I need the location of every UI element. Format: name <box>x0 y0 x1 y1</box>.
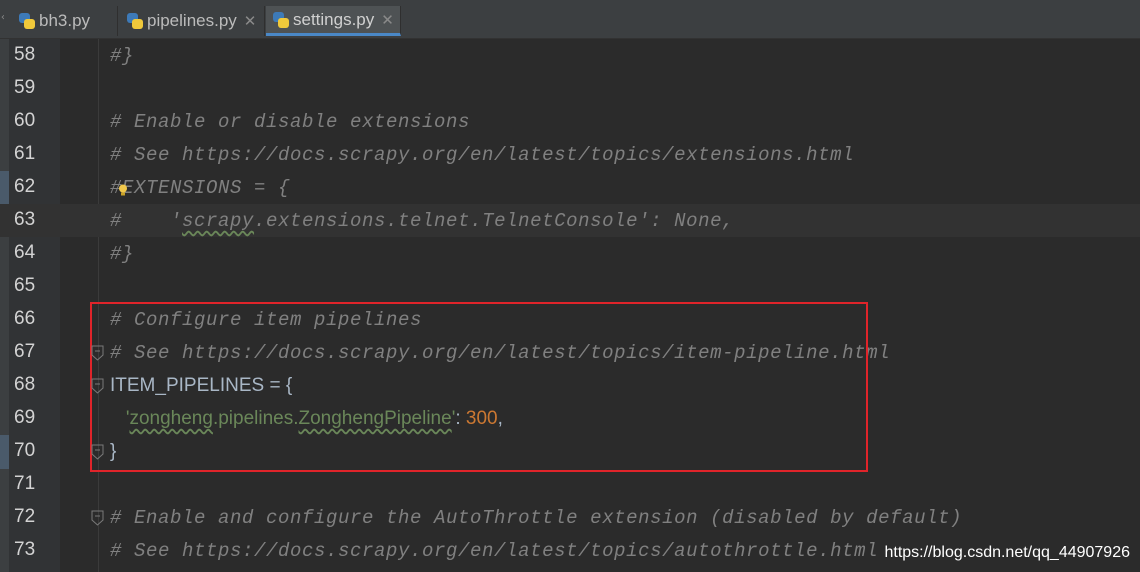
fold-marker-icon[interactable] <box>91 378 104 394</box>
line-number: 71 <box>14 473 36 494</box>
code-line[interactable]: 63 # 'scrapy.extensions.telnet.TelnetCons… <box>0 204 1140 237</box>
code-token: # See https://docs.scrapy.org/en/latest/… <box>110 144 855 166</box>
line-number: 70 <box>14 440 36 461</box>
line-code: # Enable or disable extensions <box>110 108 470 135</box>
watermark-url: https://blog.csdn.net/qq_44907926 <box>884 544 1130 561</box>
tab-label: pipelines.py <box>147 11 237 30</box>
editor-tab-bar: ‹ bh3.py pipelines.py ✕ settings.py ✕ <box>0 0 1140 39</box>
python-file-icon <box>272 11 290 29</box>
code-line[interactable]: 58 #} <box>0 39 1140 72</box>
python-file-icon <box>18 12 36 30</box>
line-number: 59 <box>14 77 36 98</box>
code-token: # Enable and configure the AutoThrottle … <box>110 507 963 529</box>
tab-label: bh3.py <box>39 11 91 30</box>
fold-marker-icon[interactable] <box>91 345 104 361</box>
fold-marker-icon[interactable] <box>91 510 104 526</box>
annotation-highlight-box <box>90 302 868 472</box>
code-line[interactable]: 65 <box>0 270 1140 303</box>
close-tab-icon[interactable]: ✕ <box>244 12 257 30</box>
code-line[interactable]: 61 # See https://docs.scrapy.org/en/lates… <box>0 138 1140 171</box>
fold-marker-icon[interactable] <box>91 444 104 460</box>
line-number: 58 <box>14 44 36 65</box>
tab-label: settings.py <box>293 9 375 29</box>
line-code: # 'scrapy.extensions.telnet.TelnetConsol… <box>110 207 734 234</box>
code-token: #} <box>110 243 135 265</box>
code-token: scrapy <box>182 210 255 232</box>
lightbulb-icon[interactable] <box>118 184 128 196</box>
tab-pipelines[interactable]: pipelines.py ✕ <box>120 6 265 36</box>
line-code: #} <box>110 42 134 69</box>
line-code: # See https://docs.scrapy.org/en/latest/… <box>110 141 854 168</box>
line-code: # Enable and configure the AutoThrottle … <box>110 504 962 531</box>
code-line[interactable]: 72 # Enable and configure the AutoThrottl… <box>0 501 1140 534</box>
python-file-icon <box>126 12 144 30</box>
code-token: # Enable or disable extensions <box>110 111 471 133</box>
line-number: 62 <box>14 176 36 197</box>
tab-bh3[interactable]: bh3.py <box>12 6 118 36</box>
code-editor[interactable]: 58 #} 59 60 # Enable or disable extensions 61… <box>0 39 1140 572</box>
line-number: 64 <box>14 242 36 263</box>
code-line[interactable]: 62 #EXTENSIONS = { <box>0 171 1140 204</box>
code-token: # ' <box>110 210 183 232</box>
code-token: #} <box>110 45 135 67</box>
line-number: 65 <box>14 275 36 296</box>
line-number: 72 <box>14 506 36 527</box>
code-line[interactable]: 60 # Enable or disable extensions <box>0 105 1140 138</box>
line-number: 67 <box>14 341 36 362</box>
code-line[interactable]: 59 <box>0 72 1140 105</box>
line-code: #EXTENSIONS = { <box>110 174 290 201</box>
code-line[interactable]: 64 #} <box>0 237 1140 270</box>
code-token: #EXTENSIONS = { <box>110 177 291 199</box>
code-line[interactable]: 71 <box>0 468 1140 501</box>
line-number: 66 <box>14 308 36 329</box>
line-code: #} <box>110 240 134 267</box>
line-number: 69 <box>14 407 36 428</box>
line-number: 60 <box>14 110 36 131</box>
tab-scroll-left-icon[interactable]: ‹ <box>0 12 6 28</box>
line-number: 68 <box>14 374 36 395</box>
code-token: # See https://docs.scrapy.org/en/latest/… <box>110 540 879 562</box>
line-number: 61 <box>14 143 36 164</box>
code-token: .extensions.telnet.TelnetConsole': None, <box>254 210 735 232</box>
line-number: 73 <box>14 539 36 560</box>
line-number: 63 <box>14 209 36 230</box>
close-tab-icon[interactable]: ✕ <box>381 11 394 29</box>
line-code: # See https://docs.scrapy.org/en/latest/… <box>110 537 878 564</box>
tab-settings[interactable]: settings.py ✕ <box>266 6 401 36</box>
